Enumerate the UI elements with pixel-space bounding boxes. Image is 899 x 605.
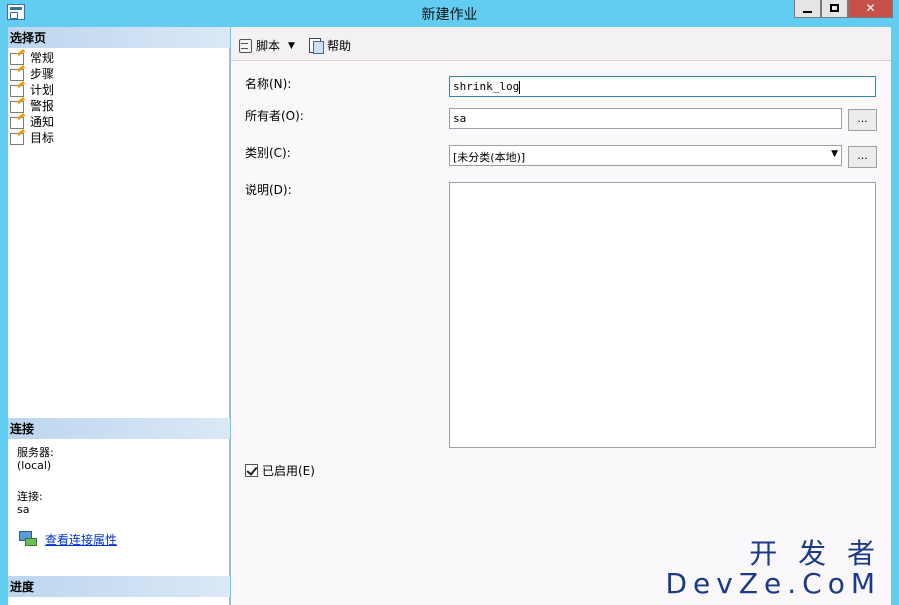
category-select[interactable]: [未分类(本地)] ▼: [449, 145, 842, 166]
help-label: 帮助: [327, 39, 352, 53]
category-browse-button[interactable]: ...: [848, 146, 877, 168]
nav-item-label: 目标: [30, 130, 55, 145]
nav-item-label: 通知: [30, 114, 55, 129]
nav-item-label: 常规: [30, 50, 55, 65]
nav-item-label: 步骤: [30, 66, 55, 81]
nav-item-notifications[interactable]: 通知: [10, 113, 54, 129]
category-value: [未分类(本地)]: [453, 151, 526, 164]
server-label: 服务器:: [17, 446, 54, 459]
nav-item-label: 警报: [30, 98, 55, 113]
close-icon: ✕: [865, 1, 876, 15]
connection-value: sa: [17, 503, 30, 516]
help-icon: [309, 38, 324, 54]
page-icon: [10, 131, 26, 145]
nav-item-steps[interactable]: 步骤: [10, 65, 54, 81]
name-value: shrink_log: [453, 80, 520, 93]
help-button[interactable]: 帮助: [309, 37, 351, 54]
close-button[interactable]: ✕: [848, 0, 893, 18]
page-icon: [10, 83, 26, 97]
script-icon: [238, 38, 252, 53]
watermark-line1: 开 发 者: [749, 537, 881, 570]
window-title: 新建作业: [421, 7, 478, 23]
page-icon: [10, 115, 26, 129]
script-label: 脚本: [256, 39, 281, 53]
toolbar: 脚本 ▼ 帮助: [231, 27, 891, 61]
view-connection-properties-link[interactable]: 查看连接属性: [45, 531, 117, 548]
enabled-checkbox-row[interactable]: 已启用(E): [245, 462, 315, 479]
connection-header: 连接: [8, 418, 230, 439]
nav-item-general[interactable]: 常规: [10, 49, 54, 65]
select-page-header: 选择页: [8, 27, 230, 48]
maximize-button[interactable]: [821, 0, 848, 18]
left-panel: 选择页 常规 步骤 计划 警报 通知 目标 连接 服务器: (local) 连接…: [8, 27, 230, 605]
nav-item-schedules[interactable]: 计划: [10, 81, 54, 97]
description-textarea[interactable]: [449, 182, 876, 448]
minimize-button[interactable]: [794, 0, 821, 18]
chevron-down-icon: ▼: [831, 149, 838, 159]
page-icon: [10, 51, 26, 65]
watermark-line2: DevZe.CoM: [665, 567, 881, 600]
nav-item-targets[interactable]: 目标: [10, 129, 54, 145]
title-bar: 新建作业 ✕: [0, 0, 899, 27]
nav-item-label: 计划: [30, 82, 55, 97]
script-button[interactable]: 脚本 ▼: [238, 37, 295, 54]
category-label: 类别(C):: [245, 146, 291, 160]
name-label: 名称(N):: [245, 77, 292, 91]
owner-browse-button[interactable]: ...: [848, 109, 877, 131]
connection-label: 连接:: [17, 490, 43, 503]
enabled-label: 已启用(E): [262, 464, 315, 478]
owner-value: sa: [453, 112, 467, 125]
main-panel: 脚本 ▼ 帮助 名称(N): shrink_log 所有者(O): sa ...…: [231, 27, 891, 605]
page-icon: [10, 67, 26, 81]
progress-header: 进度: [8, 576, 230, 597]
enabled-checkbox[interactable]: [245, 464, 258, 477]
minimize-icon: [803, 11, 812, 13]
watermark: 开 发 者 DevZe.CoM: [665, 539, 881, 599]
chevron-down-icon[interactable]: ▼: [288, 41, 295, 51]
owner-label: 所有者(O):: [245, 109, 304, 123]
name-field[interactable]: shrink_log: [449, 76, 876, 97]
server-value: (local): [17, 459, 52, 472]
page-nav-list: 常规 步骤 计划 警报 通知 目标: [10, 49, 54, 145]
owner-field[interactable]: sa: [449, 108, 842, 129]
text-caret: [519, 80, 521, 94]
maximize-icon: [830, 4, 839, 12]
nav-item-alerts[interactable]: 警报: [10, 97, 54, 113]
connection-properties-icon: [19, 531, 37, 546]
page-icon: [10, 99, 26, 113]
description-label: 说明(D):: [245, 183, 292, 197]
